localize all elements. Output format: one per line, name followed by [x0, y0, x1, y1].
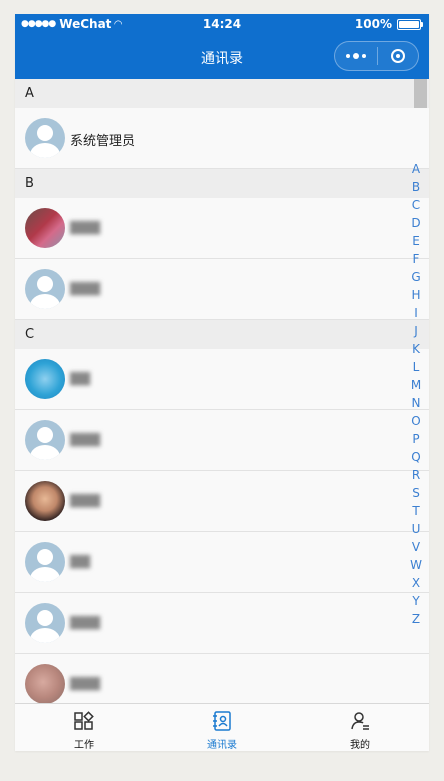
index-letter-t[interactable]: T — [412, 502, 419, 520]
index-letter-b[interactable]: B — [412, 178, 420, 196]
battery-info: 100% — [354, 17, 423, 31]
more-dot-icon — [353, 53, 359, 59]
contact-name: 系统管理员 — [70, 134, 136, 149]
contact-name-redacted: ▇▇ — [70, 554, 90, 569]
section-header-a: A — [15, 79, 429, 108]
avatar — [25, 664, 65, 704]
index-letter-k[interactable]: K — [412, 340, 420, 358]
contact-list[interactable]: A 系统管理员 B ▇▇▇ ▇▇▇ C ▇▇ ▇▇▇ ▇▇▇ ▇▇ ▇▇▇ ▇▇… — [15, 79, 429, 704]
contact-row[interactable]: ▇▇ — [15, 349, 429, 410]
tab-mine[interactable]: 我的 — [291, 704, 429, 751]
index-letter-i[interactable]: I — [414, 304, 418, 322]
index-letter-x[interactable]: X — [412, 574, 420, 592]
index-letter-n[interactable]: N — [412, 394, 421, 412]
avatar — [25, 420, 65, 460]
avatar — [25, 118, 65, 158]
contact-name-redacted: ▇▇▇ — [70, 281, 100, 296]
contact-row[interactable]: ▇▇▇ — [15, 259, 429, 320]
tab-bar: 工作 通讯录 我的 — [15, 703, 429, 751]
index-letter-z[interactable]: Z — [412, 610, 420, 628]
tab-work[interactable]: 工作 — [15, 704, 153, 751]
index-letter-d[interactable]: D — [411, 214, 420, 232]
nav-bar: 通讯录 — [15, 34, 429, 79]
index-letter-v[interactable]: V — [412, 538, 420, 556]
alphabet-index[interactable]: ABCDEFGHIJKLMNOPQRSTUVWXYZ — [409, 160, 423, 628]
index-letter-u[interactable]: U — [412, 520, 421, 538]
index-letter-o[interactable]: O — [411, 412, 420, 430]
section-header-b: B — [15, 169, 429, 198]
phone-screen: ●●●●● WeChat ◠ 14:24 100% 通讯录 A 系统管理员 B … — [15, 14, 429, 751]
contact-name-redacted: ▇▇▇ — [70, 432, 100, 447]
more-menu-button[interactable] — [335, 53, 377, 59]
index-letter-q[interactable]: Q — [411, 448, 420, 466]
contact-name-redacted: ▇▇▇ — [70, 615, 100, 630]
tab-work-label: 工作 — [74, 740, 94, 751]
index-letter-m[interactable]: M — [411, 376, 421, 394]
index-letter-c[interactable]: C — [412, 196, 420, 214]
index-letter-e[interactable]: E — [412, 232, 420, 250]
tab-mine-label: 我的 — [350, 740, 370, 751]
index-letter-l[interactable]: L — [413, 358, 420, 376]
index-letter-f[interactable]: F — [413, 250, 420, 268]
contact-name-redacted: ▇▇ — [70, 371, 90, 386]
more-dot-icon — [346, 54, 350, 58]
avatar — [25, 269, 65, 309]
contact-name-redacted: ▇▇▇ — [70, 220, 100, 235]
avatar — [25, 481, 65, 521]
miniprogram-capsule — [334, 41, 419, 71]
grid-icon — [74, 711, 94, 730]
contact-name-redacted: ▇▇▇ — [70, 676, 100, 691]
contact-row[interactable]: ▇▇▇ — [15, 410, 429, 471]
tab-contacts[interactable]: 通讯录 — [153, 704, 291, 751]
battery-percent: 100% — [354, 17, 392, 31]
index-letter-w[interactable]: W — [410, 556, 422, 574]
index-letter-s[interactable]: S — [412, 484, 420, 502]
section-header-c: C — [15, 320, 429, 349]
battery-icon — [397, 18, 423, 30]
target-icon — [391, 49, 405, 63]
contact-row[interactable]: ▇▇▇ — [15, 198, 429, 259]
tab-contacts-label: 通讯录 — [207, 740, 237, 751]
contacts-icon — [213, 711, 231, 731]
close-miniprogram-button[interactable] — [378, 49, 418, 63]
contact-row[interactable]: ▇▇ — [15, 532, 429, 593]
avatar — [25, 359, 65, 399]
index-letter-j[interactable]: J — [414, 322, 418, 340]
profile-icon — [351, 712, 369, 730]
index-letter-h[interactable]: H — [411, 286, 420, 304]
contact-name-redacted: ▇▇▇ — [70, 493, 100, 508]
avatar — [25, 208, 65, 248]
index-letter-r[interactable]: R — [412, 466, 420, 484]
index-letter-g[interactable]: G — [411, 268, 420, 286]
avatar — [25, 542, 65, 582]
contact-row[interactable]: ▇▇▇ — [15, 593, 429, 654]
index-letter-p[interactable]: P — [412, 430, 419, 448]
index-letter-a[interactable]: A — [412, 160, 420, 178]
index-letter-y[interactable]: Y — [412, 592, 419, 610]
status-bar: ●●●●● WeChat ◠ 14:24 100% — [15, 14, 429, 34]
contact-row[interactable]: ▇▇▇ — [15, 654, 429, 704]
contact-row[interactable]: 系统管理员 — [15, 108, 429, 169]
avatar — [25, 603, 65, 643]
contact-row[interactable]: ▇▇▇ — [15, 471, 429, 532]
more-dot-icon — [362, 54, 366, 58]
